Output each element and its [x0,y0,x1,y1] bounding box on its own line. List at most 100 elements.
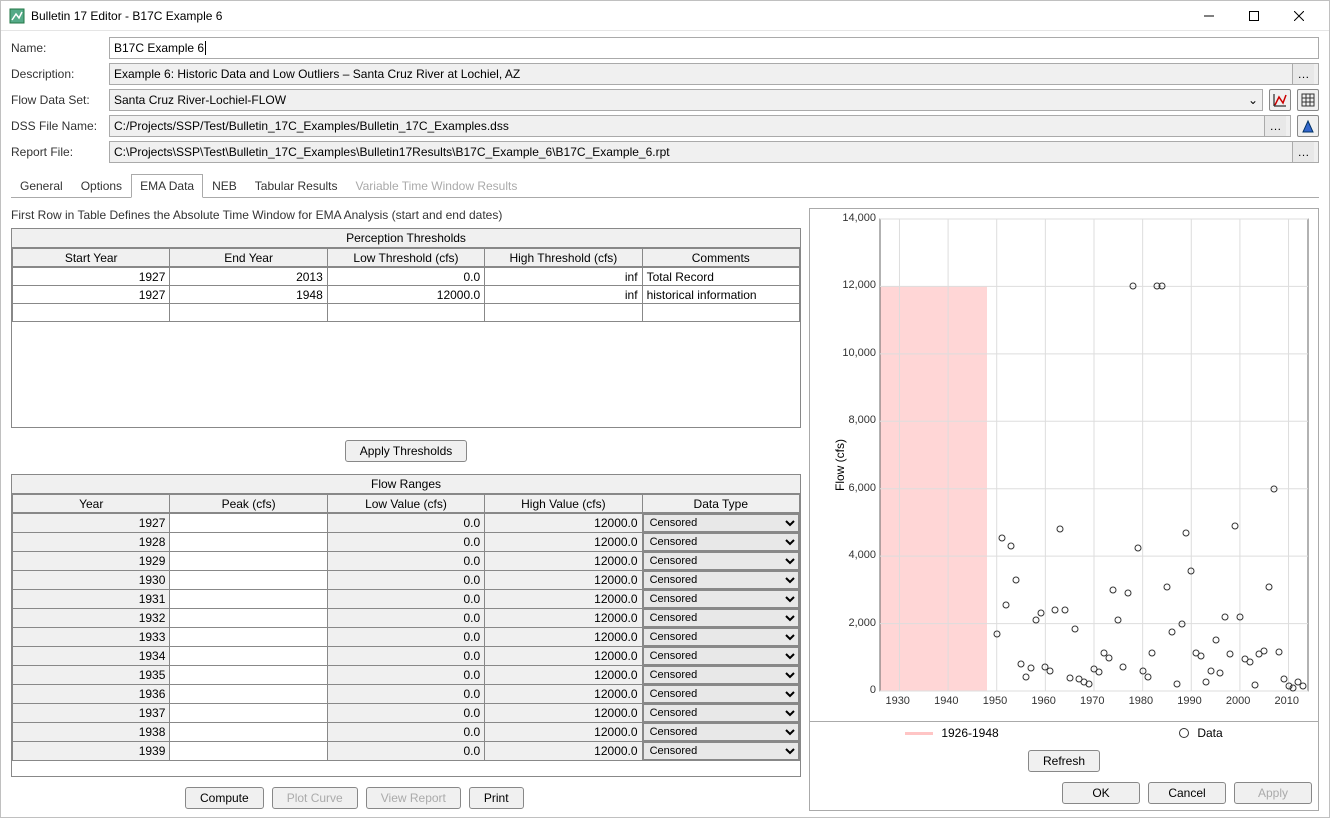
table-row[interactable]: 19340.012000.0Censored [13,647,800,666]
data-type-select[interactable]: Censored [643,571,799,589]
description-label: Description: [11,67,103,81]
data-point [1037,610,1044,617]
report-file-label: Report File: [11,145,103,159]
pth-col-high: High Threshold (cfs) [485,249,642,267]
refresh-button[interactable]: Refresh [1028,750,1100,772]
data-point [1052,607,1059,614]
data-point [1222,613,1229,620]
data-point [1086,681,1093,688]
table-row[interactable]: 19300.012000.0Censored [13,571,800,590]
table-row[interactable]: 19270.012000.0Censored [13,514,800,533]
report-ellipsis-button[interactable]: … [1292,142,1314,162]
table-row[interactable]: 1927194812000.0infhistorical information [13,286,800,304]
data-point [993,630,1000,637]
tab-ema-data[interactable]: EMA Data [131,174,203,198]
data-point [1232,522,1239,529]
table-row[interactable]: 19310.012000.0Censored [13,590,800,609]
flow-dataset-select[interactable]: Santa Cruz River-Lochiel-FLOW ⌄ [109,89,1263,111]
table-row[interactable]: 19290.012000.0Censored [13,552,800,571]
minimize-button[interactable] [1186,2,1231,30]
data-point [1300,682,1307,689]
maximize-button[interactable] [1231,2,1276,30]
data-type-select[interactable]: Censored [643,647,799,665]
data-type-select[interactable]: Censored [643,533,799,551]
tab-tabular-results[interactable]: Tabular Results [246,174,347,198]
data-type-select[interactable]: Censored [643,609,799,627]
data-type-select[interactable]: Censored [643,666,799,684]
table-flow-icon-button[interactable] [1297,89,1319,111]
data-type-select[interactable]: Censored [643,704,799,722]
table-row[interactable]: 19370.012000.0Censored [13,704,800,723]
pth-col-low: Low Threshold (cfs) [327,249,484,267]
data-point [1202,679,1209,686]
tab-general[interactable]: General [11,174,72,198]
legend-swatch-data-icon [1179,728,1189,738]
data-point [1066,674,1073,681]
table-row[interactable]: 192720130.0infTotal Record [13,268,800,286]
legend-swatch-pink [905,732,933,735]
data-type-select[interactable]: Censored [643,742,799,760]
print-button[interactable]: Print [469,787,524,809]
data-point [1032,617,1039,624]
table-row[interactable]: 19330.012000.0Censored [13,628,800,647]
chevron-down-icon: ⌄ [1248,93,1258,107]
data-point [1027,665,1034,672]
data-point [998,534,1005,541]
data-point [1261,647,1268,654]
description-input[interactable]: Example 6: Historic Data and Low Outlier… [109,63,1319,85]
tab-options[interactable]: Options [72,174,131,198]
table-row[interactable] [13,304,800,322]
tab-neb[interactable]: NEB [203,174,246,198]
table-row[interactable]: 19280.012000.0Censored [13,533,800,552]
apply-thresholds-button[interactable]: Apply Thresholds [345,440,468,462]
table-row[interactable]: 19390.012000.0Censored [13,742,800,761]
report-file-input[interactable]: C:\Projects\SSP\Test\Bulletin_17C_Exampl… [109,141,1319,163]
data-point [1149,649,1156,656]
data-point [1188,568,1195,575]
table-row[interactable]: 19380.012000.0Censored [13,723,800,742]
data-type-select[interactable]: Censored [643,552,799,570]
data-point [1275,648,1282,655]
window: Bulletin 17 Editor - B17C Example 6 Name… [0,0,1330,818]
table-row[interactable]: 19350.012000.0Censored [13,666,800,685]
name-input[interactable]: B17C Example 6 [109,37,1319,59]
legend-label-band: 1926-1948 [941,726,998,740]
dss-plot-icon-button[interactable] [1297,115,1319,137]
data-type-select[interactable]: Censored [643,628,799,646]
description-ellipsis-button[interactable]: … [1292,64,1314,84]
cancel-button[interactable]: Cancel [1148,782,1226,804]
data-point [1125,590,1132,597]
data-point [1134,544,1141,551]
data-type-select[interactable]: Censored [643,723,799,741]
data-point [1236,613,1243,620]
dss-file-label: DSS File Name: [11,119,103,133]
data-point [1144,673,1151,680]
dss-ellipsis-button[interactable]: … [1264,116,1286,136]
compute-button[interactable]: Compute [185,787,264,809]
data-point [1207,667,1214,674]
ema-hint: First Row in Table Defines the Absolute … [11,208,801,222]
name-label: Name: [11,41,103,55]
table-row[interactable]: 19360.012000.0Censored [13,685,800,704]
data-type-select[interactable]: Censored [643,514,799,532]
data-point [1115,617,1122,624]
close-button[interactable] [1276,2,1321,30]
view-report-button: View Report [366,787,461,809]
ok-button[interactable]: OK [1062,782,1140,804]
plot-flow-icon-button[interactable] [1269,89,1291,111]
data-point [1280,675,1287,682]
data-point [1061,607,1068,614]
legend-label-data: Data [1197,726,1222,740]
dss-file-input[interactable]: C:/Projects/SSP/Test/Bulletin_17C_Exampl… [109,115,1291,137]
data-point [1047,667,1054,674]
data-point [1159,283,1166,290]
chart-area: Flow (cfs) 02,0004,0006,0008,00010,00012… [810,209,1318,721]
data-point [1227,650,1234,657]
data-point [1173,680,1180,687]
chart-panel: Flow (cfs) 02,0004,0006,0008,00010,00012… [809,208,1319,811]
data-type-select[interactable]: Censored [643,590,799,608]
data-point [1013,576,1020,583]
table-row[interactable]: 19320.012000.0Censored [13,609,800,628]
data-point [1198,652,1205,659]
data-type-select[interactable]: Censored [643,685,799,703]
